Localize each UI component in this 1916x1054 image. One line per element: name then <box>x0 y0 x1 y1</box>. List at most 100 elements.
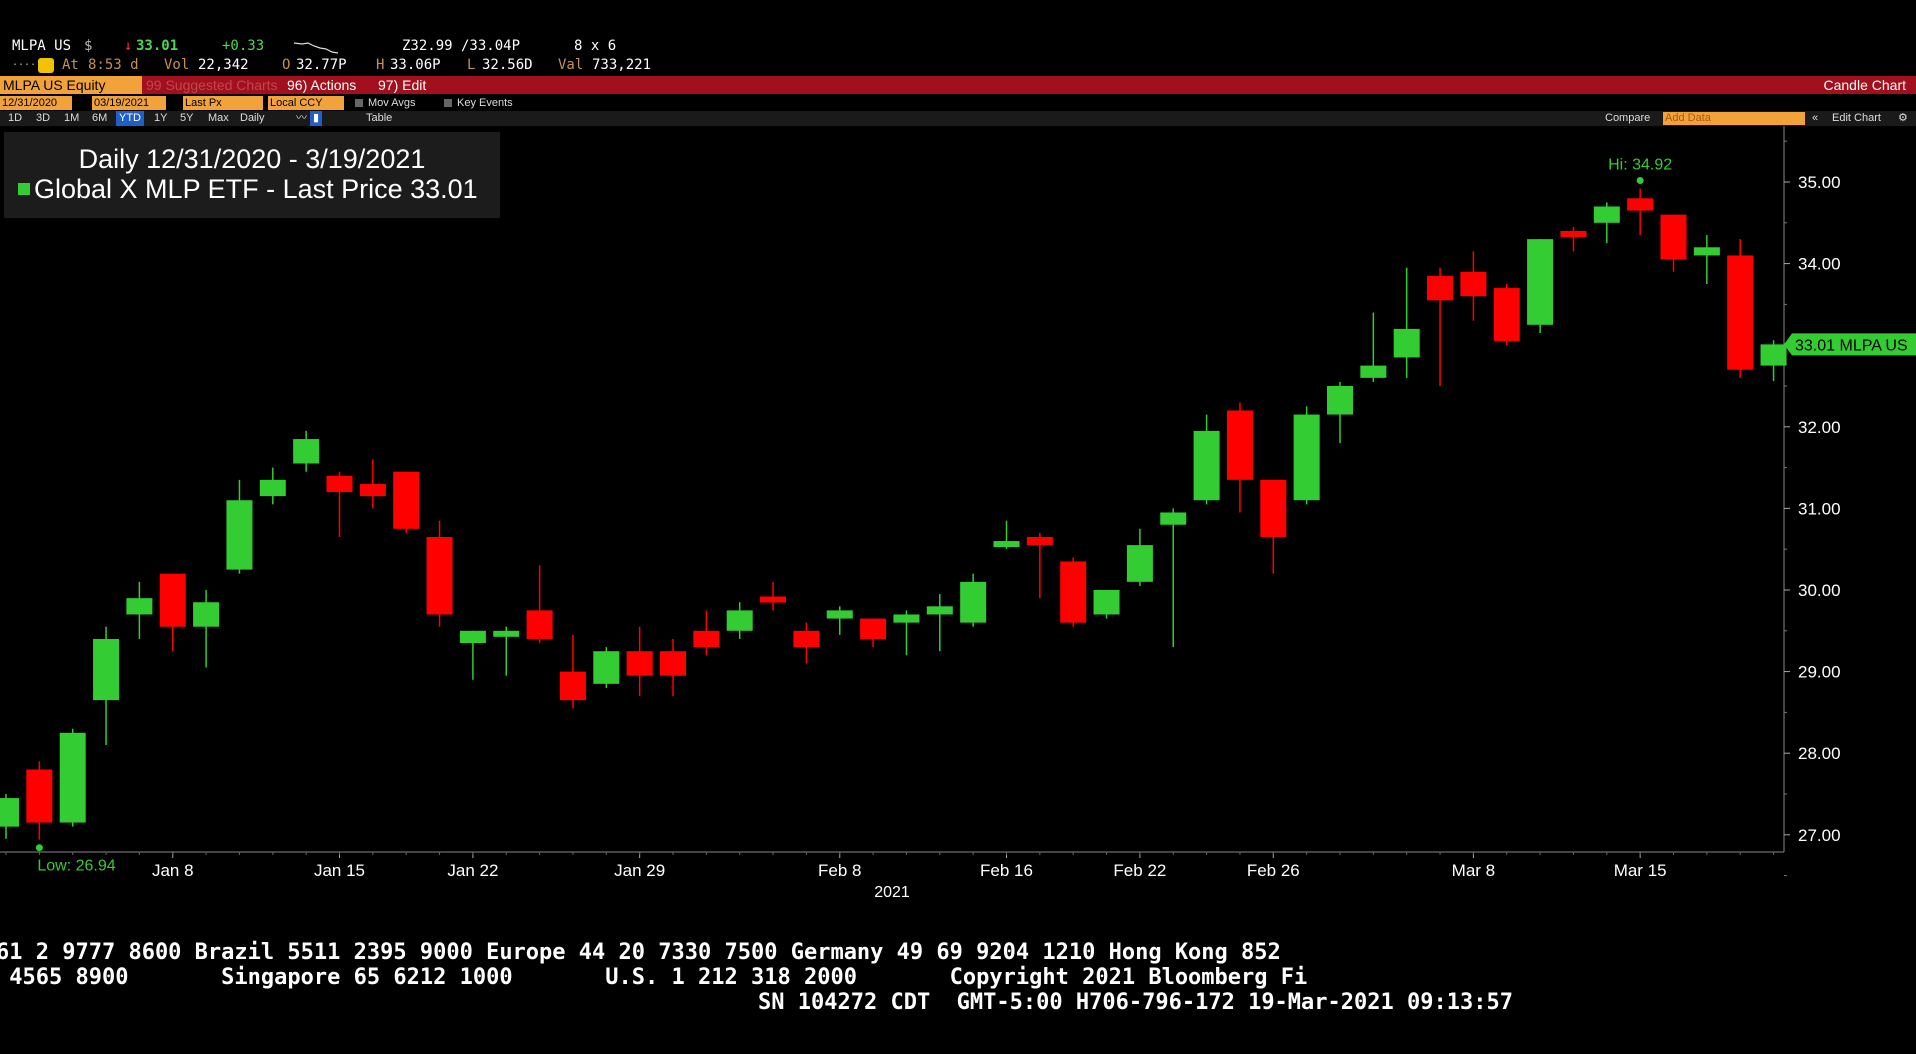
candle-down <box>326 475 353 493</box>
y-tick-label: 29.00 <box>1798 663 1841 682</box>
open-label: O <box>282 57 291 73</box>
frequency-dropdown[interactable]: Daily <box>240 111 264 126</box>
y-tick-label: 28.00 <box>1798 744 1841 763</box>
key-events-toggle[interactable]: Key Events <box>457 96 513 110</box>
suggested-charts-button[interactable]: 99 Suggested Charts <box>146 76 278 94</box>
y-tick-label: 35.00 <box>1798 173 1841 192</box>
x-tick-label: Feb 8 <box>818 861 861 880</box>
alert-icon[interactable] <box>38 58 54 73</box>
trade-time: 8:53 d <box>88 57 139 73</box>
candle-up <box>93 638 120 701</box>
gear-icon[interactable]: ⚙ <box>1898 111 1908 126</box>
low-price: 32.56D <box>482 57 533 73</box>
y-tick-label: 30.00 <box>1798 581 1841 600</box>
checkbox-icon[interactable] <box>444 99 452 107</box>
candle-down <box>1560 230 1587 237</box>
candle-down <box>359 483 386 497</box>
compare-dropdown[interactable]: Compare <box>1605 111 1650 126</box>
legend-series-label: Global X MLP ETF - Last Price 33.01 <box>34 174 478 204</box>
edit-chart-button[interactable]: Edit Chart <box>1832 111 1881 126</box>
candle-up <box>459 630 486 644</box>
line-chart-icon[interactable]: 〰 <box>296 111 307 126</box>
footer-line-2: 4565 8900 Singapore 65 6212 1000 U.S. 1 … <box>0 965 1308 990</box>
candle-up <box>226 500 253 570</box>
high-price: 33.06P <box>390 57 441 73</box>
candle-down <box>526 610 553 639</box>
candle-down <box>1660 214 1687 260</box>
candle-down <box>626 651 653 676</box>
field-selector[interactable]: Last Px <box>183 96 263 110</box>
legend-title: Daily 12/31/2020 - 3/19/2021 <box>78 144 426 174</box>
footer-line-1: 61 2 9777 8600 Brazil 5511 2395 9000 Eur… <box>0 940 1281 965</box>
footer-line-3: SN 104272 CDT GMT-5:00 H706-796-172 19-M… <box>758 990 1513 1015</box>
security-field[interactable]: MLPA US Equity <box>0 76 142 94</box>
candle-chart-icon[interactable]: ▮ <box>310 111 323 126</box>
edit-menu[interactable]: 97) Edit <box>378 76 426 94</box>
actions-menu[interactable]: 96) Actions <box>287 76 356 94</box>
candle-down <box>1260 479 1287 537</box>
candle-up <box>59 732 86 823</box>
period-6m[interactable]: 6M <box>92 111 107 126</box>
candle-up <box>293 439 320 464</box>
table-button[interactable]: Table <box>366 111 392 126</box>
low-marker <box>35 844 43 852</box>
candle-up <box>893 614 920 623</box>
settings-row: 12/31/2020 03/19/2021 Last Px Local CCY … <box>0 95 1916 111</box>
mov-avgs-toggle[interactable]: Mov Avgs <box>368 96 416 110</box>
candle-up <box>960 581 987 623</box>
candle-down <box>1627 198 1654 211</box>
candle-up <box>593 651 620 684</box>
period-ytd[interactable]: YTD <box>116 111 144 126</box>
bid-ask-size: 8 x 6 <box>574 38 617 54</box>
candle-down <box>1060 561 1087 623</box>
traded-value: 733,221 <box>592 57 652 73</box>
last-price: 33.01 <box>136 38 179 54</box>
candle-down <box>793 630 820 648</box>
low-label: Low: 26.94 <box>37 858 115 875</box>
candle-up <box>1093 590 1120 615</box>
last-price-tag-label: 33.01 MLPA US <box>1795 337 1908 354</box>
candle-down <box>660 651 686 676</box>
candle-up <box>993 541 1020 548</box>
candle-up <box>259 479 286 497</box>
period-1m[interactable]: 1M <box>64 111 79 126</box>
year-label: 2021 <box>874 884 910 901</box>
start-date-field[interactable]: 12/31/2020 <box>0 96 72 110</box>
y-tick-label: 27.00 <box>1798 826 1841 845</box>
high-marker <box>1636 177 1644 185</box>
candle-up <box>1126 545 1153 582</box>
down-arrow-icon: ↓ <box>124 38 133 54</box>
candle-down <box>1026 536 1053 546</box>
legend-swatch <box>18 183 30 195</box>
time-label: At <box>62 57 79 73</box>
period-1y[interactable]: 1Y <box>154 111 167 126</box>
period-1d[interactable]: 1D <box>8 111 22 126</box>
candle-up <box>1193 430 1220 501</box>
period-3d[interactable]: 3D <box>36 111 50 126</box>
collapse-icon[interactable]: « <box>1812 111 1818 126</box>
bid-ask: Z32.99 /33.04P <box>402 38 521 54</box>
x-tick-label: Feb 22 <box>1113 861 1166 880</box>
high-label: H <box>376 57 385 73</box>
chart-toolbar: 1D 3D 1M 6M YTD 1Y 5Y Max Daily 〰 ▮ Tabl… <box>0 111 1916 126</box>
candle-up <box>1693 247 1720 256</box>
candle-down <box>860 618 887 639</box>
y-tick-label: 34.00 <box>1798 255 1841 274</box>
candle-up <box>726 610 753 631</box>
ticker: MLPA US <box>12 38 72 54</box>
add-data-input[interactable]: Add Data <box>1663 112 1805 125</box>
period-5y[interactable]: 5Y <box>180 111 193 126</box>
candle-up <box>826 610 853 619</box>
chart-type-label: Candle Chart <box>1823 77 1907 93</box>
low-label: L <box>467 57 476 73</box>
candle-up <box>926 606 953 615</box>
period-max[interactable]: Max <box>208 111 229 126</box>
checkbox-icon[interactable] <box>355 99 363 107</box>
end-date-field[interactable]: 03/19/2021 <box>92 96 166 110</box>
candle-down <box>393 471 420 529</box>
candle-down <box>1460 271 1487 297</box>
volume-label: Vol <box>164 57 190 73</box>
currency-selector[interactable]: Local CCY <box>268 96 344 110</box>
x-tick-label: Jan 15 <box>314 861 365 880</box>
candle-chart[interactable]: 27.0028.0029.0030.0031.0032.0033.0034.00… <box>0 126 1916 938</box>
